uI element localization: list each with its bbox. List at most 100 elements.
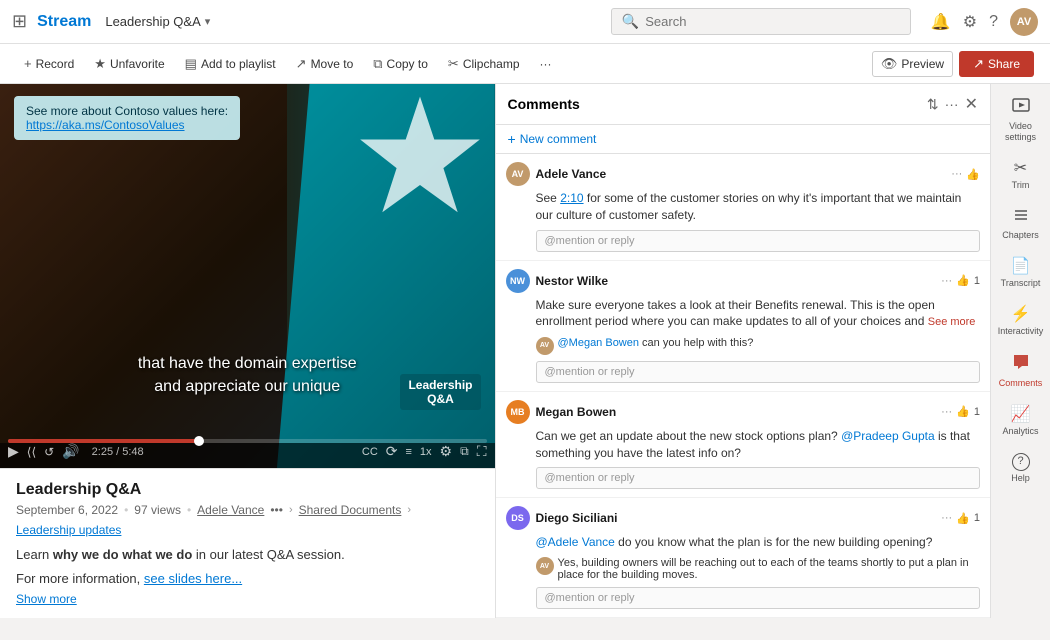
record-button[interactable]: + Record [16,52,82,75]
record-icon: + [24,56,32,71]
like-icon[interactable]: 👍 [956,274,970,287]
help-icon[interactable]: ? [989,13,998,31]
avatar[interactable]: AV [1010,8,1038,36]
breadcrumb-nav: Leadership Q&A ▾ [105,14,210,29]
caption-link[interactable]: https://aka.ms/ContosoValues [26,118,185,132]
progress-knob[interactable] [194,436,204,446]
comment-body: See 2:10 for some of the customer storie… [506,190,981,224]
comments-title: Comments [508,96,921,112]
reply-input-2[interactable]: @mention or reply [536,361,981,383]
share-icon: ↗ [973,56,984,72]
rewind-button[interactable]: ⟨⟨ [27,445,36,459]
search-input[interactable] [645,14,900,29]
speed-button[interactable]: 1x [420,446,432,458]
comment-more-icon[interactable]: ··· [941,406,952,418]
commenter-name: Nestor Wilke [536,274,936,288]
sort-comments-icon[interactable]: ⇅ [927,96,939,113]
comments-tab-label: Comments [999,378,1043,389]
transcript-btn[interactable]: ≡ [406,446,412,458]
comment-more-icon[interactable]: ··· [941,275,952,287]
analytics-icon: 📈 [1011,405,1031,424]
volume-button[interactable]: 🔊 [62,443,79,460]
caption-btn[interactable]: CC [362,446,378,458]
preview-button[interactable]: 👁 Preview [872,51,953,77]
comment-more-icon[interactable]: ··· [941,512,952,524]
star-icon: ★ [94,56,106,72]
search-box[interactable]: 🔍 [611,8,911,35]
grid-menu-icon[interactable]: ⊞ [12,11,27,32]
comment-header: MB Megan Bowen ··· 👍 1 [506,400,981,424]
transcript-label: Transcript [1001,278,1041,289]
breadcrumb-expand-icon[interactable]: ▾ [205,15,211,28]
show-more-link[interactable]: Show more [16,592,479,606]
reply-input-1[interactable]: @mention or reply [536,230,981,252]
settings-icon[interactable]: ⚙ [963,12,977,32]
share-button[interactable]: ↗ Share [959,51,1034,77]
fullscreen-button[interactable]: ⛶ [477,443,487,460]
clipchamp-button[interactable]: ✂ Clipchamp [440,52,528,76]
comment-body: Make sure everyone takes a look at their… [506,297,981,331]
sidebar-tab-chapters[interactable]: Chapters [991,199,1050,249]
sidebar-tab-analytics[interactable]: 📈 Analytics [991,397,1050,445]
sidebar-tab-interactivity[interactable]: ⚡ Interactivity [991,297,1050,345]
move-icon: ↗ [296,56,307,72]
add-to-playlist-button[interactable]: ▤ Add to playlist [177,52,284,76]
like-icon[interactable]: 👍 [956,405,970,418]
more-options-button[interactable]: ··· [532,53,560,75]
comment-more-icon[interactable]: ··· [951,168,962,180]
video-column: LeadershipQ&A See more about Contoso val… [0,84,495,618]
sidebar-tab-trim[interactable]: ✂ Trim [991,151,1050,199]
logo-graphic [355,94,485,224]
desc-bold: why we do what we do [53,547,192,562]
sidebar-tab-comments[interactable]: Comments [991,345,1050,397]
copy-to-button[interactable]: ⧉ Copy to [365,52,436,76]
notifications-icon[interactable]: 🔔 [931,12,951,32]
new-comment-button[interactable]: + New comment [496,125,991,154]
timestamp-link[interactable]: 2:10 [560,191,583,205]
like-icon[interactable]: 👍 [956,512,970,525]
slides-link[interactable]: see slides here... [144,571,242,586]
like-count: 1 [974,512,980,524]
avatar: AV [506,162,530,186]
comments-close-button[interactable]: ✕ [965,94,978,114]
video-controls-overlay: ▶ ⟨⟨ ↺ 🔊 2:25 / 5:48 CC ⟳ ≡ 1x ⚙ ⧉ ⛶ [0,439,495,468]
shared-docs-link[interactable]: Shared Documents [299,503,402,517]
move-to-button[interactable]: ↗ Move to [288,52,362,76]
sidebar-tab-help[interactable]: ? Help [991,445,1050,492]
interactivity-icon: ⚡ [1011,305,1031,324]
comment-actions: ··· 👍 1 [941,274,980,287]
like-icon[interactable]: 👍 [966,168,980,181]
loop-button[interactable]: ⟳ [386,443,398,460]
list-item: MB Megan Bowen ··· 👍 1 Can we get an upd… [496,392,991,499]
pip-button[interactable]: ⧉ [460,444,469,459]
sidebar-tab-video-settings[interactable]: Video settings [991,88,1050,151]
breadcrumb-current: Leadership Q&A [105,14,200,29]
copy-icon: ⧉ [373,56,382,72]
settings-btn[interactable]: ⚙ [440,443,453,460]
author-link[interactable]: Adele Vance [197,503,264,517]
comments-more-icon[interactable]: ··· [945,96,959,113]
list-item: NW Nestor Wilke ··· 👍 1 Make sure everyo… [496,261,991,392]
play-button[interactable]: ▶ [8,443,19,460]
reply-input-4[interactable]: @mention or reply [536,587,981,609]
list-item: DS Diego Siciliani ··· 👍 1 @Adele Vance … [496,498,991,618]
chapters-label: Chapters [1002,230,1039,241]
trim-label: Trim [1012,180,1030,191]
time-display: 2:25 / 5:48 [92,446,144,458]
comment-header: DS Diego Siciliani ··· 👍 1 [506,506,981,530]
top-right-icons: 🔔 ⚙ ? AV [931,8,1038,36]
video-player[interactable]: LeadershipQ&A See more about Contoso val… [0,84,495,468]
comment-body: Can we get an update about the new stock… [506,428,981,462]
see-more-link[interactable]: See more [928,316,976,328]
video-desc: Learn why we do what we do in our latest… [16,545,479,565]
unfavorite-button[interactable]: ★ Unfavorite [86,52,172,76]
leadership-updates-link[interactable]: Leadership updates [16,523,121,537]
search-icon: 🔍 [622,13,639,30]
skip-back-button[interactable]: ↺ [44,445,54,459]
sidebar-tab-transcript[interactable]: 📄 Transcript [991,249,1050,297]
reply-input-3[interactable]: @mention or reply [536,467,981,489]
eye-icon: 👁 [881,56,898,72]
ctrl-right: CC ⟳ ≡ 1x ⚙ ⧉ ⛶ [362,443,487,460]
comments-header: Comments ⇅ ··· ✕ [496,84,991,125]
commenter-name: Adele Vance [536,167,946,181]
